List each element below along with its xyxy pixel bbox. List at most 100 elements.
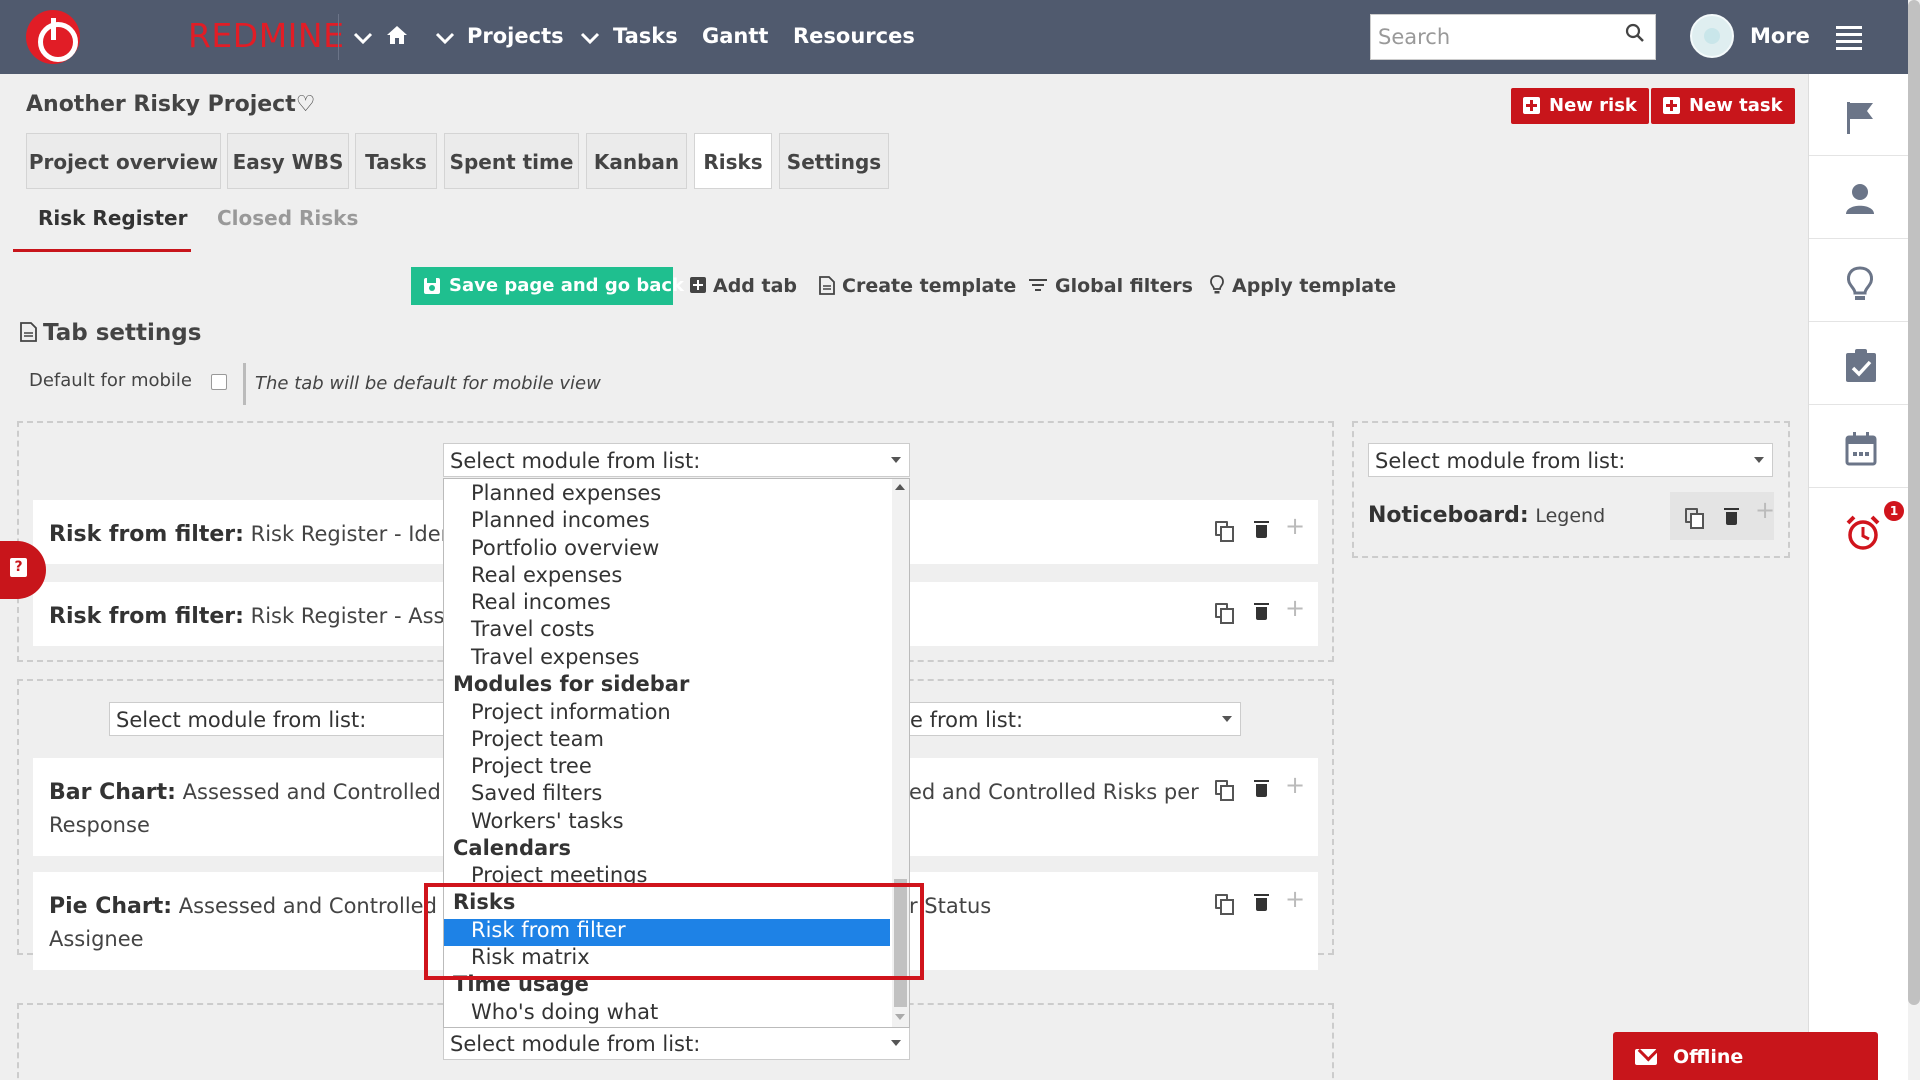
tab-kanban[interactable]: Kanban bbox=[586, 133, 687, 189]
user-icon[interactable] bbox=[1809, 157, 1909, 239]
dropdown-option[interactable]: Workers' tasks bbox=[471, 809, 624, 833]
dropdown-option[interactable]: Real expenses bbox=[471, 563, 622, 587]
plus-icon[interactable]: + bbox=[1285, 887, 1305, 911]
task-checklist-icon[interactable] bbox=[1809, 323, 1909, 405]
dropdown-option[interactable]: Project tree bbox=[471, 754, 592, 778]
module-select-middle-right[interactable]: e from list: bbox=[909, 702, 1241, 736]
default-mobile-checkbox[interactable] bbox=[211, 374, 227, 390]
highlight-box bbox=[424, 883, 924, 980]
trash-icon[interactable] bbox=[1254, 603, 1269, 620]
dropdown-option[interactable]: Travel expenses bbox=[471, 645, 639, 669]
caret-down-icon bbox=[891, 457, 901, 463]
plus-icon[interactable]: + bbox=[1285, 514, 1305, 538]
save-page-button[interactable]: Save page and go back bbox=[411, 267, 684, 305]
dropdown-option[interactable]: Portfolio overview bbox=[471, 536, 659, 560]
tab-easy-wbs[interactable]: Easy WBS bbox=[227, 133, 349, 189]
calendar-icon[interactable] bbox=[1809, 406, 1909, 488]
scroll-up-arrow-icon[interactable] bbox=[895, 484, 905, 490]
plus-icon[interactable]: + bbox=[1285, 773, 1305, 797]
document-icon bbox=[20, 322, 37, 342]
chevron-down-icon[interactable] bbox=[353, 26, 373, 50]
tab-settings-heading: Tab settings bbox=[20, 320, 201, 346]
trash-icon[interactable] bbox=[1724, 508, 1739, 525]
global-filters-button[interactable]: Global filters bbox=[1028, 275, 1193, 297]
module-select-middle-left[interactable]: Select module from list: bbox=[109, 702, 444, 736]
tab-settings[interactable]: Settings bbox=[779, 133, 889, 189]
dropdown-option[interactable]: Project team bbox=[471, 727, 604, 751]
flag-icon[interactable] bbox=[1809, 74, 1909, 156]
subtab-closed-risks[interactable]: Closed Risks bbox=[217, 206, 358, 230]
dropdown-option[interactable]: Who's doing what bbox=[471, 1000, 658, 1024]
create-template-button[interactable]: Create template bbox=[819, 275, 1016, 297]
home-icon[interactable] bbox=[386, 25, 408, 50]
subtab-risk-register[interactable]: Risk Register bbox=[38, 206, 187, 230]
dropdown-option[interactable]: Saved filters bbox=[471, 781, 602, 805]
filter-icon bbox=[1029, 279, 1047, 291]
dropdown-option[interactable]: Planned expenses bbox=[471, 481, 661, 505]
module-select-bottom[interactable]: Select module from list: bbox=[443, 1026, 910, 1060]
notification-badge: 1 bbox=[1884, 501, 1904, 521]
document-icon bbox=[819, 276, 835, 295]
tab-tasks[interactable]: Tasks bbox=[355, 133, 437, 189]
redmine-logo-icon[interactable] bbox=[26, 10, 80, 64]
caret-down-icon bbox=[1754, 457, 1764, 463]
chevron-down-icon[interactable] bbox=[580, 26, 600, 50]
save-icon bbox=[423, 277, 441, 300]
copy-icon[interactable] bbox=[1685, 508, 1704, 529]
new-risk-button[interactable]: New risk bbox=[1511, 88, 1649, 124]
scroll-down-arrow-icon[interactable] bbox=[895, 1014, 905, 1020]
topbar-divider bbox=[338, 14, 339, 60]
nav-projects[interactable]: Projects bbox=[467, 24, 564, 48]
logo-text[interactable]: REDMINE bbox=[188, 16, 344, 55]
hint-divider bbox=[243, 363, 246, 405]
nav-resources[interactable]: Resources bbox=[793, 24, 915, 48]
module-select-right[interactable]: Select module from list: bbox=[1368, 443, 1773, 477]
dropdown-option[interactable]: Project information bbox=[471, 700, 671, 724]
plus-icon[interactable]: + bbox=[1755, 498, 1775, 522]
plus-icon bbox=[1663, 97, 1680, 114]
more-menu[interactable]: More bbox=[1750, 24, 1810, 48]
default-mobile-label: Default for mobile bbox=[29, 370, 193, 391]
chevron-down-icon[interactable] bbox=[435, 26, 455, 50]
dropdown-option[interactable]: Planned incomes bbox=[471, 508, 650, 532]
envelope-icon bbox=[1635, 1049, 1657, 1065]
hamburger-menu-icon[interactable] bbox=[1836, 26, 1862, 50]
subtab-active-underline bbox=[13, 249, 191, 252]
plus-icon[interactable]: + bbox=[1285, 596, 1305, 620]
copy-icon[interactable] bbox=[1215, 521, 1234, 542]
offline-chat-button[interactable]: Offline bbox=[1613, 1032, 1878, 1080]
trash-icon[interactable] bbox=[1254, 780, 1269, 797]
tab-project-overview[interactable]: Project overview bbox=[26, 133, 221, 189]
project-title[interactable]: Another Risky Project♡ bbox=[26, 92, 315, 117]
module-select-top[interactable]: Select module from list: bbox=[443, 443, 910, 477]
nav-gantt[interactable]: Gantt bbox=[702, 24, 768, 48]
search-input[interactable] bbox=[1371, 15, 1621, 59]
new-task-button[interactable]: New task bbox=[1651, 88, 1795, 124]
caret-down-icon bbox=[891, 1040, 901, 1046]
caret-down-icon bbox=[1222, 716, 1232, 722]
dropdown-option[interactable]: Travel costs bbox=[471, 617, 595, 641]
dropdown-option[interactable]: Real incomes bbox=[471, 590, 611, 614]
apply-template-button[interactable]: Apply template bbox=[1210, 275, 1396, 297]
copy-icon[interactable] bbox=[1215, 894, 1234, 915]
dropdown-group-header: Modules for sidebar bbox=[453, 672, 690, 696]
nav-tasks[interactable]: Tasks bbox=[613, 24, 678, 48]
right-sidebar: 1 bbox=[1808, 74, 1909, 1080]
tab-risks[interactable]: Risks bbox=[694, 133, 772, 189]
noticeboard-card[interactable]: Noticeboard: Legend bbox=[1368, 503, 1605, 528]
copy-icon[interactable] bbox=[1215, 780, 1234, 801]
add-tab-button[interactable]: Add tab bbox=[689, 275, 797, 297]
copy-icon[interactable] bbox=[1215, 603, 1234, 624]
avatar[interactable] bbox=[1690, 14, 1734, 58]
mobile-hint-text: The tab will be default for mobile view bbox=[255, 373, 601, 394]
search-box bbox=[1370, 14, 1656, 60]
add-icon bbox=[690, 277, 706, 293]
trash-icon[interactable] bbox=[1254, 894, 1269, 911]
page-scrollbar-thumb[interactable] bbox=[1908, 0, 1920, 1005]
dropdown-group-header: Calendars bbox=[453, 836, 572, 860]
search-icon[interactable] bbox=[1625, 23, 1645, 49]
tab-spent-time[interactable]: Spent time bbox=[444, 133, 579, 189]
lightbulb-icon[interactable] bbox=[1809, 240, 1909, 322]
alarm-clock-icon[interactable]: 1 bbox=[1809, 489, 1909, 571]
trash-icon[interactable] bbox=[1254, 521, 1269, 538]
